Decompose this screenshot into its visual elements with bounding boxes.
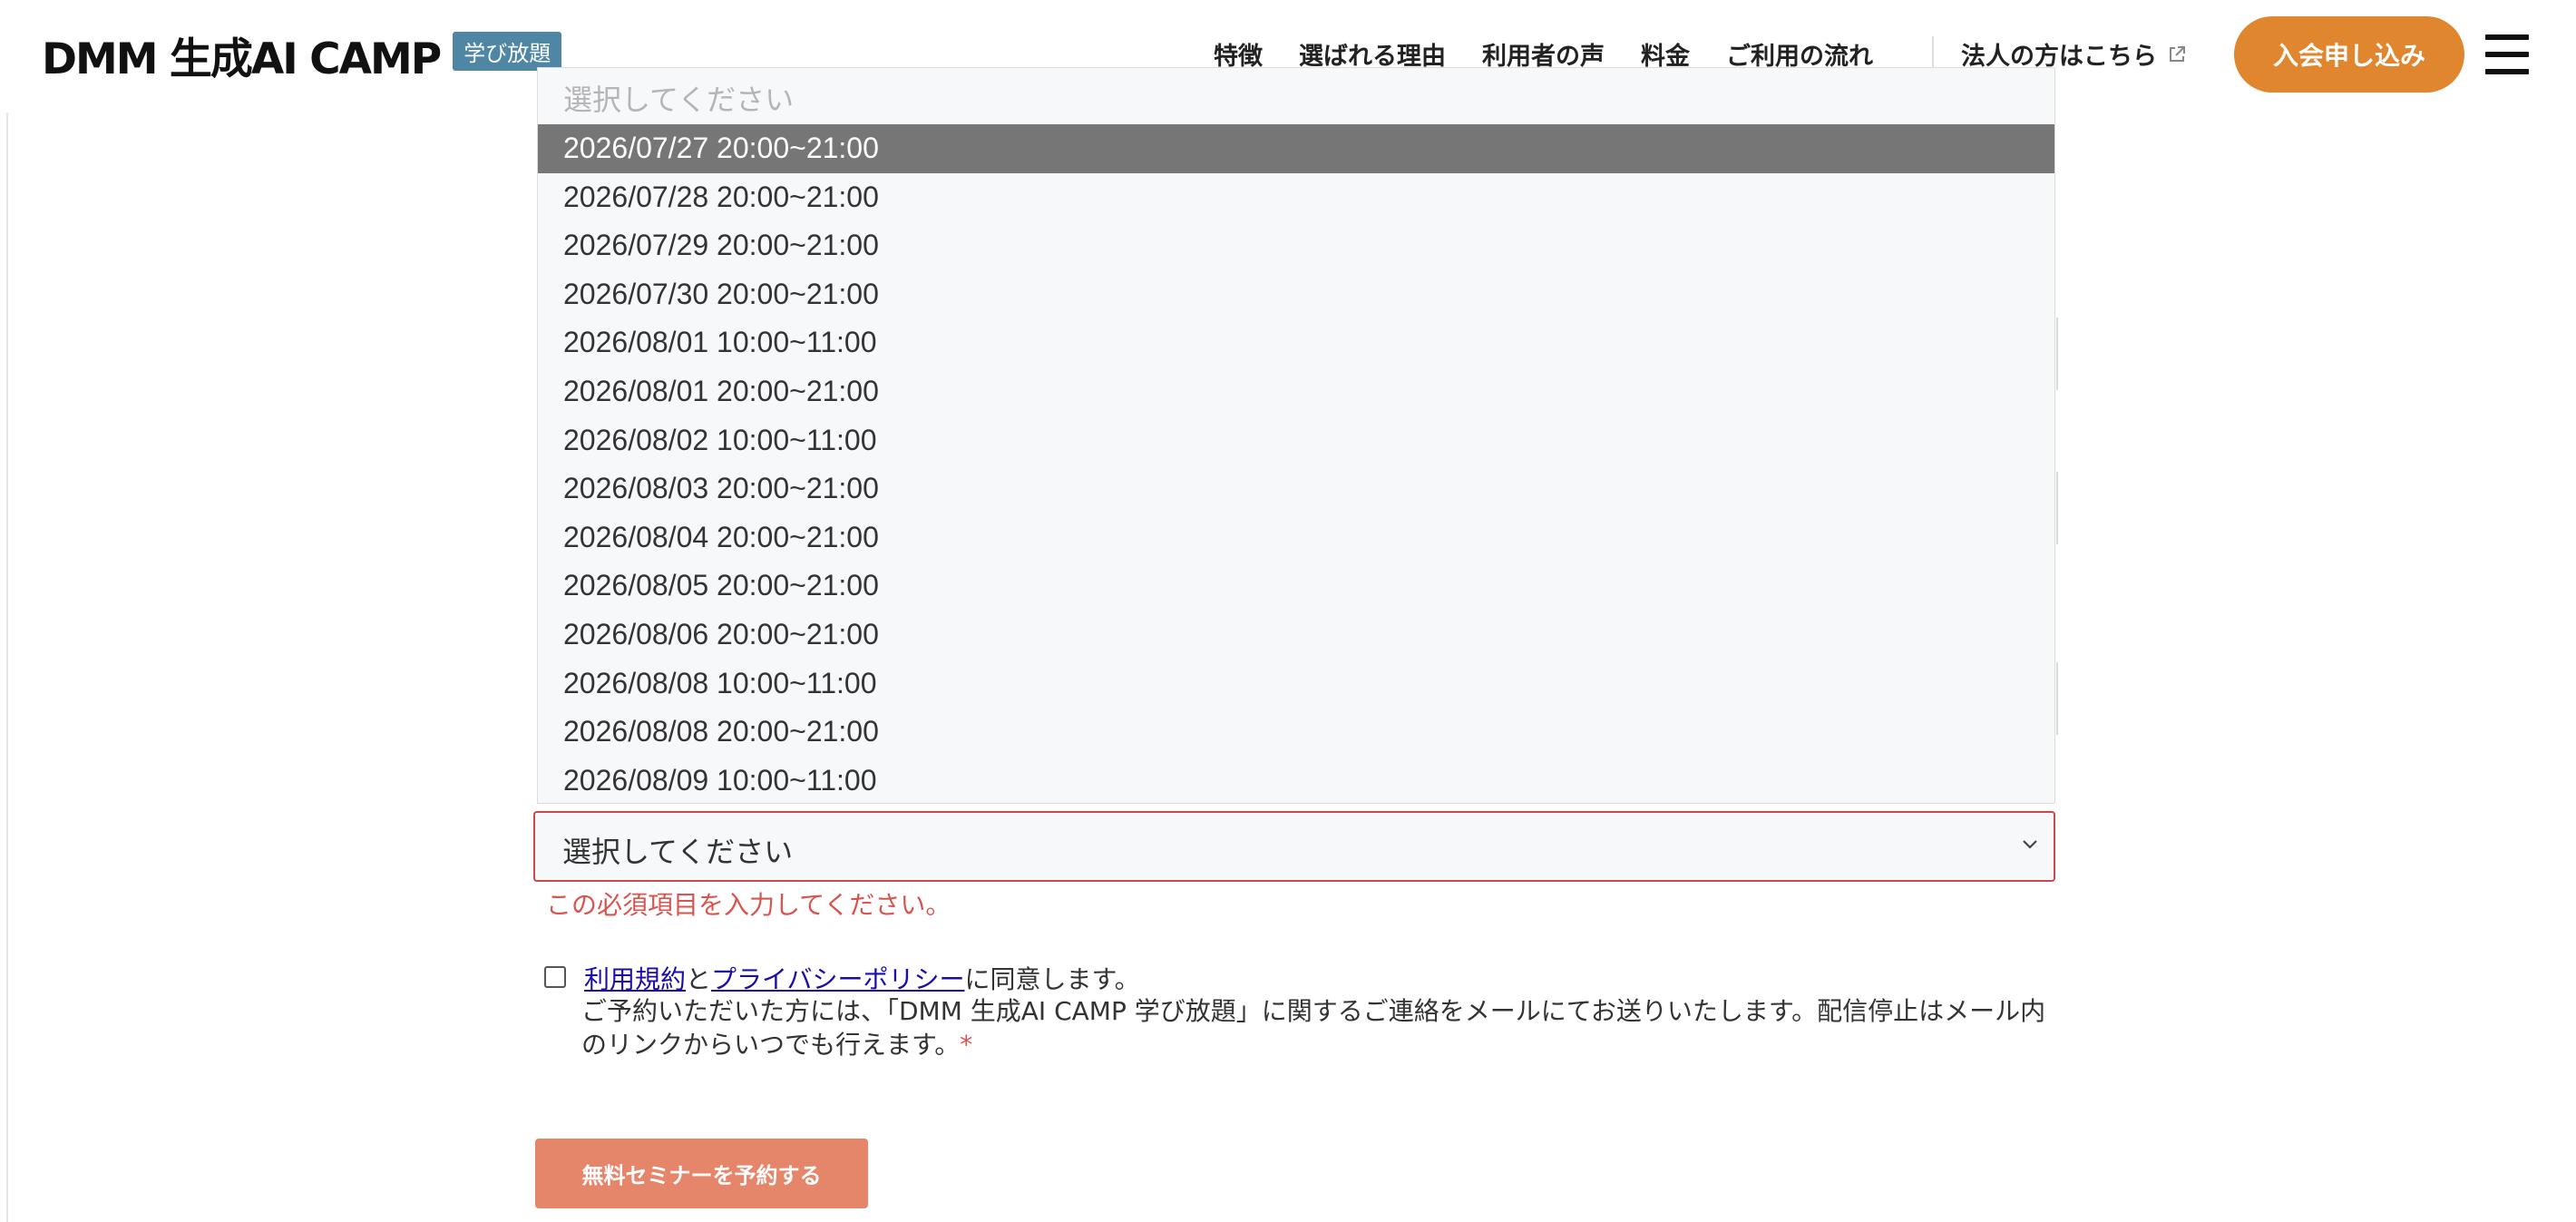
dropdown-option[interactable]: 2026/08/08 10:00~11:00 <box>538 660 2054 709</box>
reserve-seminar-button[interactable]: 無料セミナーを予約する <box>535 1139 868 1208</box>
hidden-field-edge <box>2056 472 2058 544</box>
join-button[interactable]: 入会申し込み <box>2234 16 2464 93</box>
date-dropdown-list[interactable]: 選択してください 2026/07/27 20:00~21:00 2026/07/2… <box>537 67 2055 804</box>
dropdown-options: 2026/07/27 20:00~21:00 2026/07/28 20:00~2… <box>538 124 2054 805</box>
seminar-date-select-value: 選択してください <box>562 835 794 869</box>
consent-agree-text: に同意します。 <box>964 964 1140 994</box>
dropdown-option[interactable]: 2026/08/08 20:00~21:00 <box>538 708 2054 757</box>
dropdown-option[interactable]: 2026/07/30 20:00~21:00 <box>538 270 2054 319</box>
dropdown-option[interactable]: 2026/08/09 10:00~11:00 <box>538 757 2054 806</box>
site-logo[interactable]: DMM 生成AI CAMP 学び放題 <box>42 27 562 84</box>
hidden-field-edge <box>2056 662 2058 735</box>
logo-text: DMM 生成AI CAMP <box>42 34 442 84</box>
dropdown-option[interactable]: 2026/07/28 20:00~21:00 <box>538 173 2054 222</box>
dropdown-option[interactable]: 2026/08/05 20:00~21:00 <box>538 562 2054 611</box>
consent-connector: と <box>686 964 712 994</box>
dropdown-option[interactable]: 2026/08/01 10:00~11:00 <box>538 318 2054 367</box>
dropdown-placeholder-option[interactable]: 選択してください <box>563 77 794 119</box>
chevron-down-icon <box>2023 840 2037 849</box>
dropdown-option[interactable]: 2026/07/27 20:00~21:00 <box>538 124 2054 173</box>
privacy-policy-link[interactable]: プライバシーポリシー <box>711 964 964 994</box>
hidden-field-edge <box>2056 318 2058 390</box>
hamburger-menu-icon[interactable] <box>2485 34 2529 74</box>
consent-notice: ご予約いただいた方には、「DMM 生成AI CAMP 学び放題」に関するご連絡を… <box>581 994 2069 1061</box>
consent-statement: 利用規約とプライバシーポリシーに同意します。 <box>584 960 1140 996</box>
dropdown-option[interactable]: 2026/08/04 20:00~21:00 <box>538 513 2054 562</box>
select-error-message: この必須項目を入力してください。 <box>546 890 951 920</box>
external-link-icon <box>2170 45 2185 62</box>
logo-badge: 学び放題 <box>453 31 562 71</box>
dropdown-option[interactable]: 2026/07/29 20:00~21:00 <box>538 221 2054 270</box>
seminar-date-select[interactable]: 選択してください <box>533 811 2055 882</box>
page-left-border <box>6 0 8 1222</box>
dropdown-option[interactable]: 2026/08/01 20:00~21:00 <box>538 367 2054 416</box>
required-mark: * <box>960 1030 973 1060</box>
consent-checkbox[interactable] <box>544 966 566 988</box>
dropdown-option[interactable]: 2026/08/03 20:00~21:00 <box>538 464 2054 513</box>
dropdown-option[interactable]: 2026/08/02 10:00~11:00 <box>538 416 2054 465</box>
terms-link[interactable]: 利用規約 <box>584 964 686 994</box>
consent-notice-text: ご予約いただいた方には、「DMM 生成AI CAMP 学び放題」に関するご連絡を… <box>581 996 2046 1060</box>
dropdown-option[interactable]: 2026/08/06 20:00~21:00 <box>538 611 2054 660</box>
